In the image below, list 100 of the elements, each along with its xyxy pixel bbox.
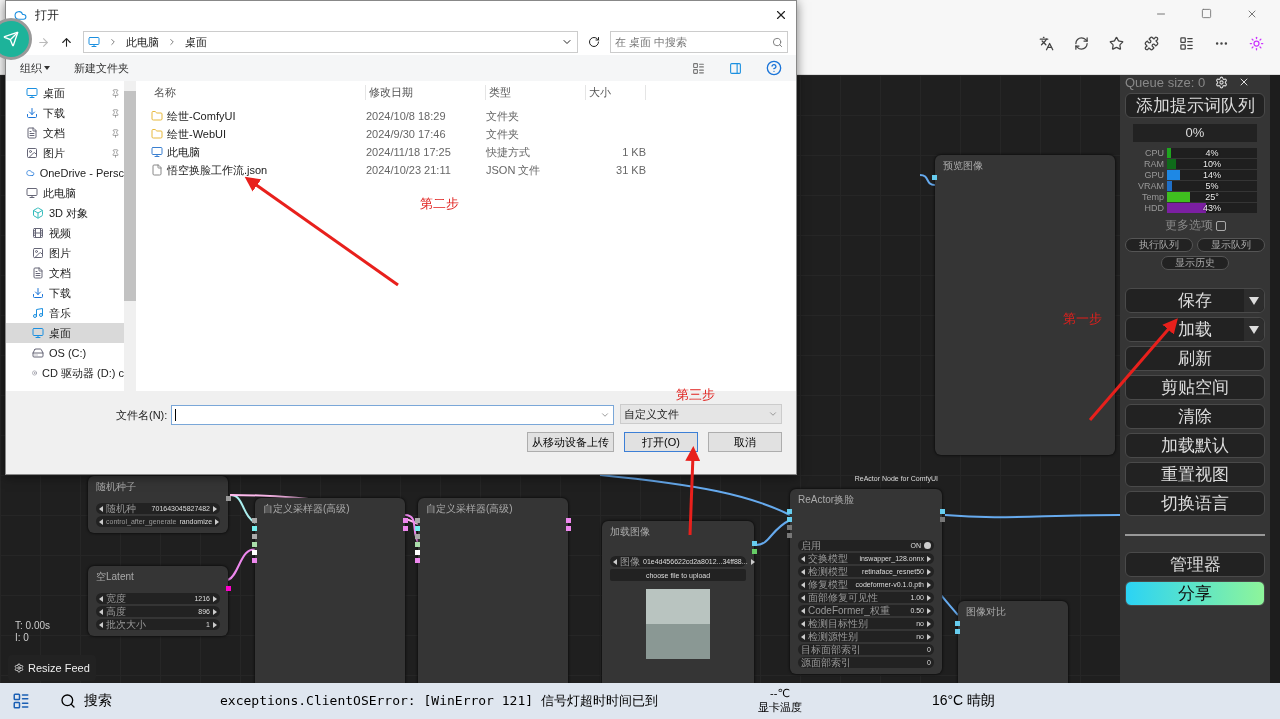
nav-item[interactable]: 音乐	[6, 303, 124, 323]
settings-icon[interactable]	[1215, 75, 1229, 89]
refresh-icon[interactable]	[588, 36, 600, 48]
queue-size: Queue size: 0	[1125, 74, 1206, 90]
node-title: 加载图像	[610, 525, 651, 539]
preview-pane-icon[interactable]	[729, 61, 742, 75]
translate-icon[interactable]	[1039, 36, 1054, 51]
file-name[interactable]: 悟空换脸工作流.json	[167, 162, 268, 178]
toolbar-button[interactable]: 新建文件夹	[74, 60, 129, 76]
graph-node[interactable]: 自定义采样器(高级)	[418, 498, 568, 683]
nav-label: 3D 对象	[49, 205, 89, 221]
nav-icon	[32, 247, 44, 259]
nav-item[interactable]: 文档	[6, 263, 124, 283]
maximize-icon[interactable]	[1201, 8, 1212, 19]
nav-item[interactable]: 文档	[6, 123, 124, 143]
widget-label: 目标面部索引	[801, 642, 861, 657]
column-header[interactable]: 名称	[151, 84, 366, 100]
help-icon[interactable]	[766, 60, 782, 76]
node-title: ReActor换脸	[798, 493, 856, 507]
pin-icon[interactable]	[111, 88, 120, 98]
refresh-icon[interactable]	[1074, 36, 1089, 51]
graph-node[interactable]: 自定义采样器(高级)	[255, 498, 405, 683]
menu-button[interactable]: 加载	[1125, 317, 1265, 342]
nav-item[interactable]: OneDrive - Persc	[6, 163, 124, 183]
menu-button[interactable]: 清除	[1125, 404, 1265, 429]
breadcrumb[interactable]: 桌面	[185, 34, 207, 50]
widget-label: 高度	[106, 604, 126, 619]
view-icon[interactable]	[692, 61, 705, 75]
checkbox[interactable]	[1215, 220, 1226, 231]
up-icon[interactable]	[60, 35, 73, 49]
nav-item[interactable]: OS (C:)	[6, 343, 124, 363]
collections-icon[interactable]	[1179, 36, 1194, 51]
file-name[interactable]: 绘世-ComfyUI	[167, 108, 236, 124]
computer-icon	[88, 36, 100, 48]
nav-item[interactable]: 视频	[6, 223, 124, 243]
nav-item[interactable]: CD 驱动器 (D:) c	[6, 363, 124, 383]
dialog-button[interactable]: 取消	[708, 432, 782, 452]
nav-item[interactable]: 桌面	[6, 83, 124, 103]
resize-feed-button[interactable]: Resize Feed	[8, 655, 96, 681]
favorite-icon[interactable]	[1109, 36, 1124, 51]
search-field[interactable]: 在 桌面 中搜索	[610, 31, 788, 53]
small-button[interactable]: 显示历史	[1161, 256, 1229, 270]
queue-button[interactable]: 添加提示词队列	[1125, 93, 1265, 118]
nav-item[interactable]: 桌面	[6, 323, 124, 343]
menu-button[interactable]: 管理器	[1125, 552, 1265, 577]
menu-button[interactable]: 保存	[1125, 288, 1265, 313]
pin-icon[interactable]	[111, 128, 120, 138]
input-port[interactable]	[932, 175, 937, 180]
dialog-button[interactable]: 从移动设备上传	[527, 432, 614, 452]
caret-icon[interactable]	[1244, 289, 1264, 312]
file-type: 文件夹	[486, 108, 520, 124]
nav-icon	[32, 207, 44, 219]
column-header[interactable]: 类型	[486, 84, 586, 100]
file-type-select[interactable]: 自定义文件	[620, 404, 782, 424]
increment-icon[interactable]	[750, 558, 755, 565]
nav-item[interactable]: 下载	[6, 103, 124, 123]
nav-item[interactable]: 图片	[6, 143, 124, 163]
menu-button[interactable]: 剪贴空间	[1125, 375, 1265, 400]
menu-button[interactable]: 切换语言	[1125, 491, 1265, 516]
close-icon[interactable]	[774, 8, 788, 22]
menu-button[interactable]: 加载默认	[1125, 433, 1265, 458]
nav-item[interactable]: 图片	[6, 243, 124, 263]
column-header[interactable]: 大小	[586, 84, 646, 100]
toolbar-button[interactable]: 组织	[20, 60, 50, 76]
pin-icon[interactable]	[111, 108, 120, 118]
address-bar[interactable]: 此电脑 桌面	[83, 31, 578, 53]
file-name[interactable]: 绘世-WebUI	[167, 126, 227, 142]
column-header[interactable]: 修改日期	[366, 84, 486, 100]
extensions-icon[interactable]	[1144, 36, 1159, 51]
menu-button[interactable]: 刷新	[1125, 346, 1265, 371]
start-icon[interactable]	[12, 692, 30, 710]
filename-field[interactable]	[171, 405, 614, 425]
search-icon[interactable]	[60, 693, 76, 709]
widget-label: 检测模型	[808, 564, 848, 579]
file-size: 1 KB	[621, 146, 646, 158]
small-button[interactable]: 显示队列	[1197, 238, 1265, 252]
menu-button[interactable]: 重置视图	[1125, 462, 1265, 487]
toggle-knob[interactable]	[924, 542, 931, 549]
decrement-icon[interactable]	[613, 558, 617, 565]
graph-node[interactable]: 图像对比	[958, 601, 1068, 683]
file-size: 31 KB	[615, 164, 646, 176]
widget-label: CodeFormer_权重	[808, 603, 890, 618]
file-name[interactable]: 此电脑	[167, 144, 200, 160]
caret-icon[interactable]	[1244, 318, 1264, 341]
dialog-title: 打开	[35, 6, 60, 24]
widget-label: 交换模型	[808, 551, 848, 566]
nav-item[interactable]: 3D 对象	[6, 203, 124, 223]
node-wire	[919, 174, 936, 186]
breadcrumb[interactable]: 此电脑	[126, 34, 159, 50]
node-title: 图像对比	[966, 605, 1007, 619]
nav-label: 下载	[43, 105, 65, 121]
nav-item[interactable]: 此电脑	[6, 183, 124, 203]
nav-item[interactable]: 下载	[6, 283, 124, 303]
search-label[interactable]: 搜索	[84, 692, 112, 710]
menu-button[interactable]: 分享	[1125, 581, 1265, 606]
dialog-button[interactable]: 打开(O)	[624, 432, 698, 452]
scrollbar[interactable]	[124, 81, 136, 391]
small-button[interactable]: 执行队列	[1125, 238, 1193, 252]
copilot-icon[interactable]	[1249, 36, 1264, 51]
pin-icon[interactable]	[111, 148, 120, 158]
